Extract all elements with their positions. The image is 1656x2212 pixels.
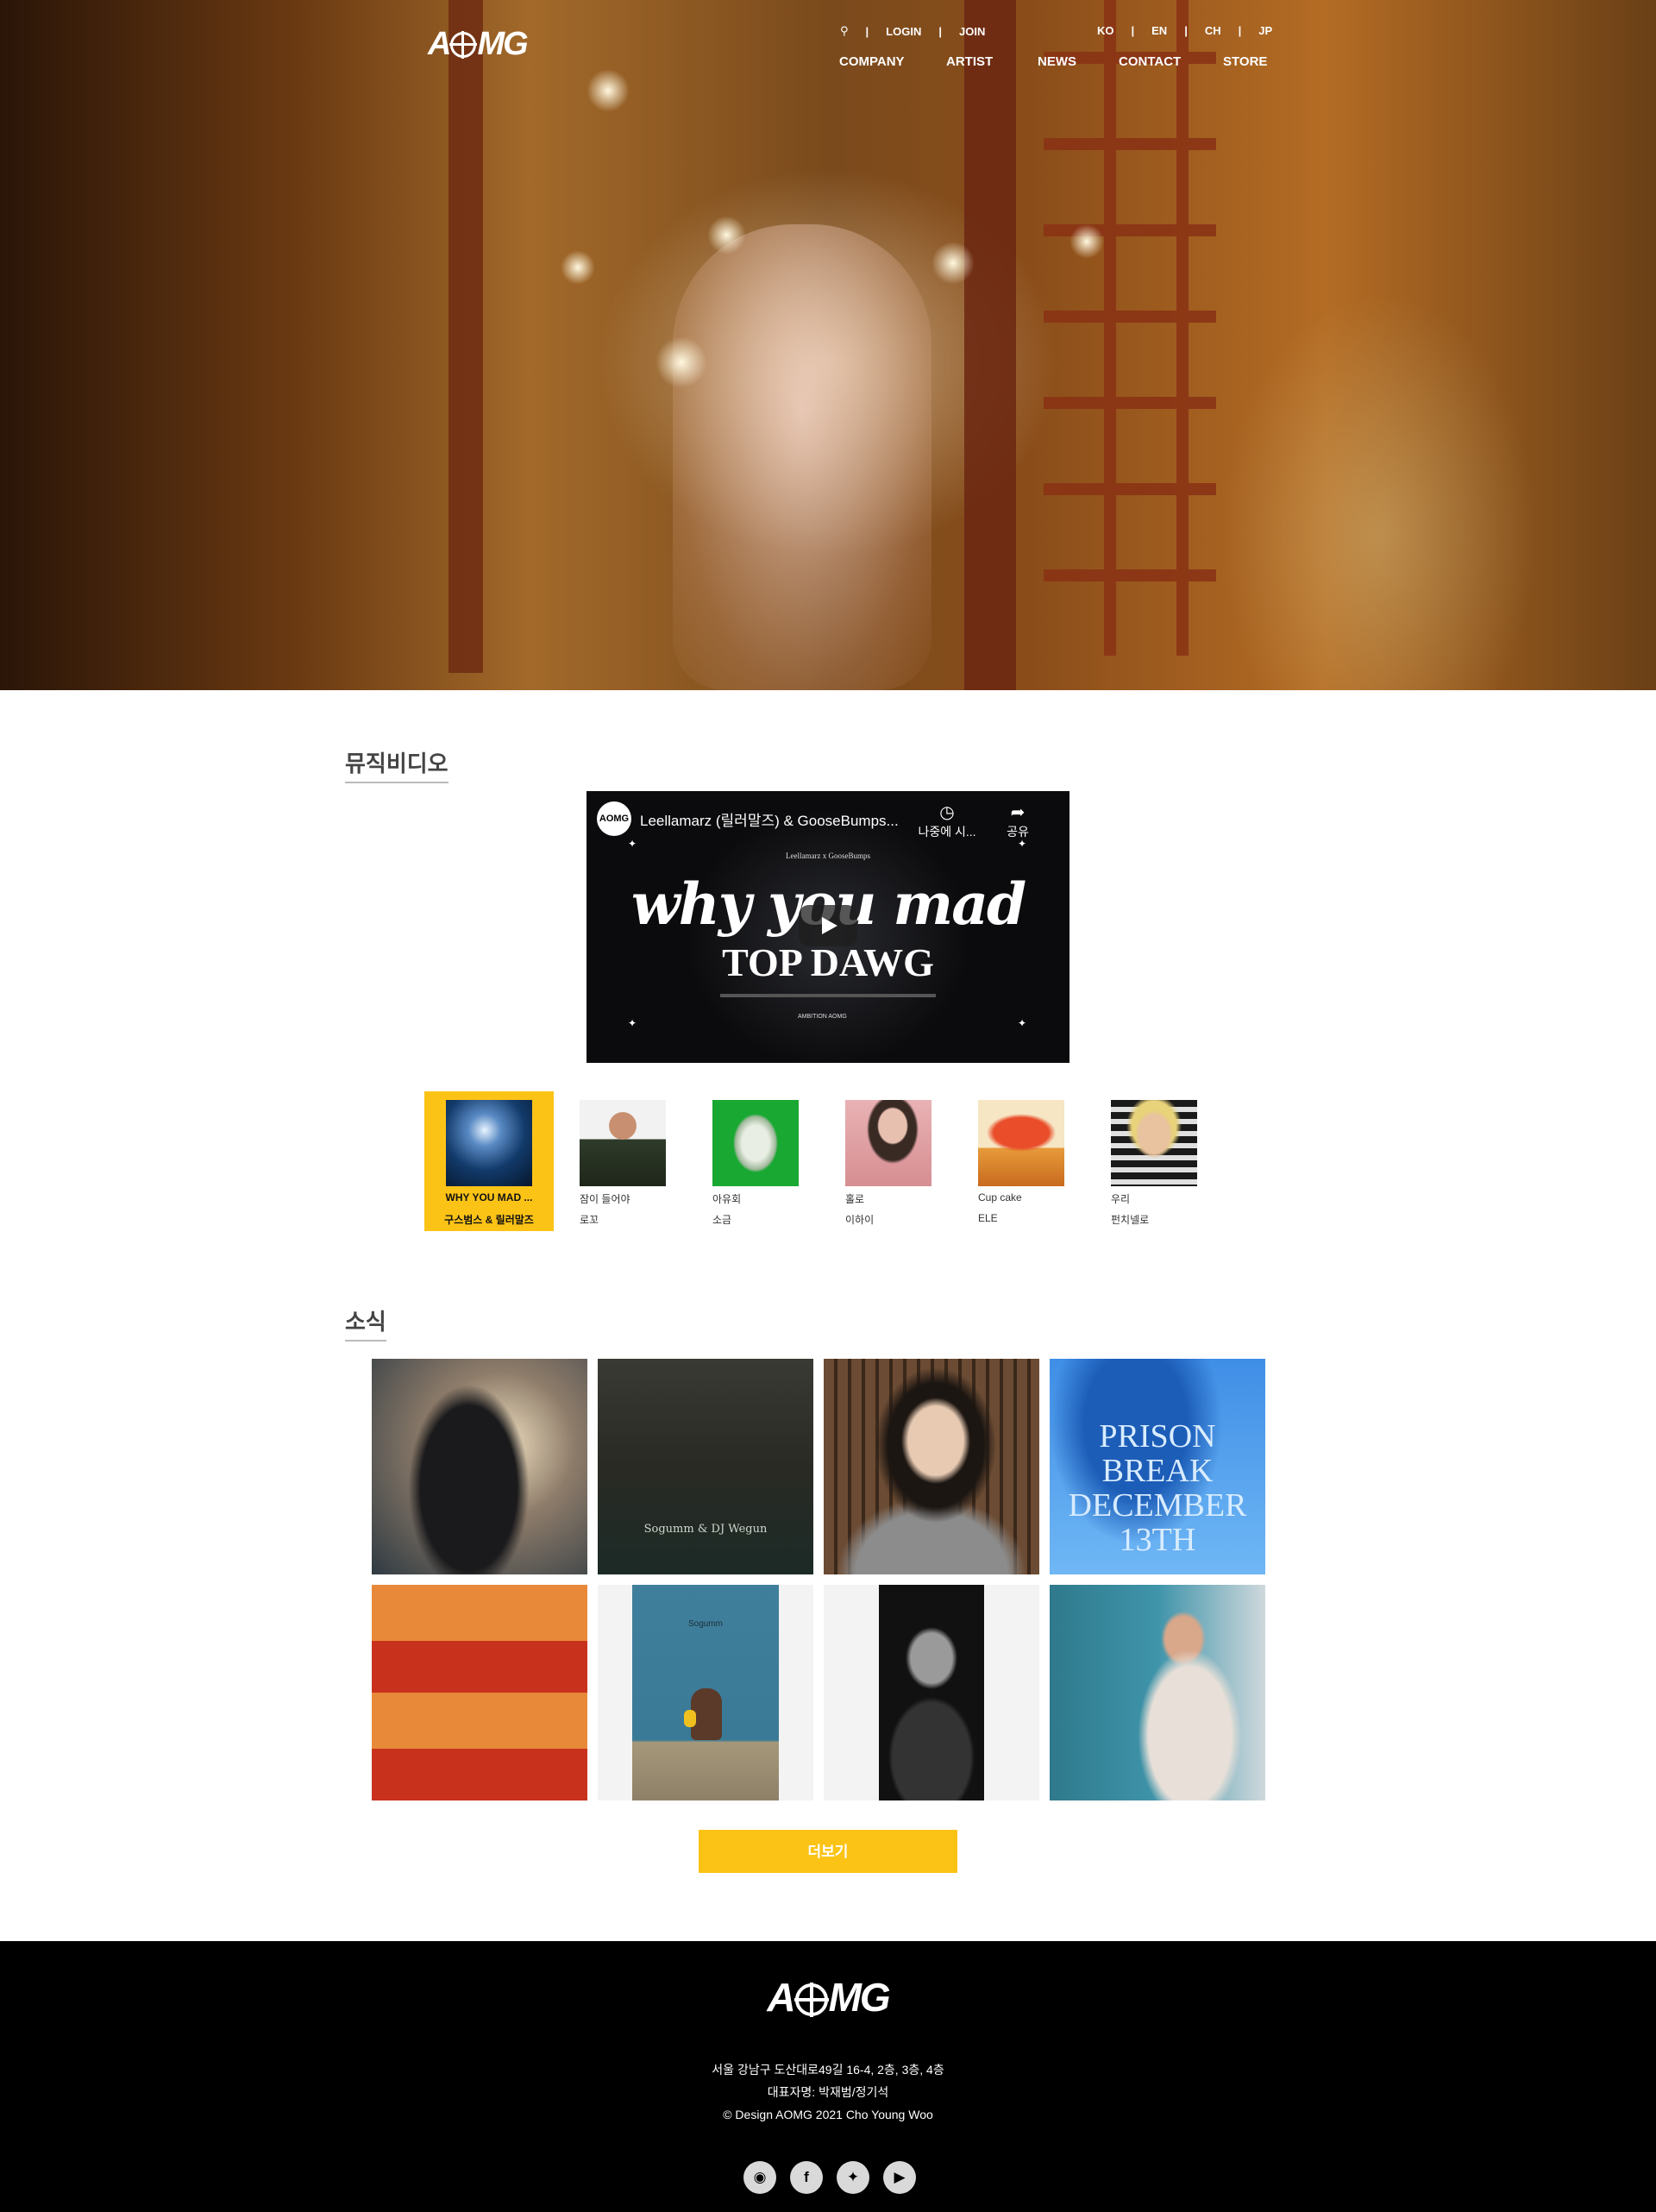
mv-item[interactable]: Cup cake ELE	[957, 1091, 1086, 1231]
mv-title: WHY YOU MAD ...	[445, 1191, 533, 1203]
mv-title: 아유회	[712, 1193, 742, 1205]
lang-ch[interactable]: CH	[1205, 24, 1221, 37]
footer-ceo: 대표자명: 박재범/정기석	[767, 2085, 889, 2099]
more-button[interactable]: 더보기	[699, 1830, 957, 1873]
nav-news[interactable]: NEWS	[1038, 54, 1119, 69]
news-tile[interactable]	[824, 1359, 1039, 1574]
hero-lantern-frame	[964, 0, 1016, 690]
mv-item[interactable]: 잠이 들어야 로꼬	[558, 1091, 687, 1231]
hero-snowman	[673, 224, 932, 690]
mv-title: 잠이 들어야	[580, 1193, 630, 1205]
mv-artist: 이하이	[845, 1214, 875, 1226]
news-tile[interactable]	[372, 1359, 587, 1574]
main-nav: COMPANY ARTIST NEWS CONTACT STORE	[839, 54, 1267, 69]
news-tile[interactable]	[1050, 1585, 1265, 1800]
hero-window-frame	[1044, 0, 1216, 656]
language-selector: KO | EN | CH | JP	[1097, 24, 1273, 37]
nav-company[interactable]: COMPANY	[839, 54, 946, 69]
nav-contact[interactable]: CONTACT	[1119, 54, 1223, 69]
video-footer-label: AMBITION AOMG	[798, 1014, 847, 1020]
mv-title: 홀로	[845, 1193, 865, 1205]
news-tile[interactable]: Sogumm & DJ Wegun	[598, 1359, 813, 1574]
mv-item[interactable]: 우리 펀치넬로	[1089, 1091, 1219, 1231]
hero-sparkle	[1070, 224, 1104, 259]
play-button[interactable]	[799, 905, 857, 946]
video-title[interactable]: Leellamarz (릴러말즈) & GooseBumps...	[640, 808, 916, 830]
hero-sparkle	[932, 242, 975, 285]
hero-banner: A MG ⚲ | LOGIN | JOIN KO | EN | CH | JP C…	[0, 0, 1656, 690]
login-link[interactable]: LOGIN	[886, 25, 921, 38]
video-player[interactable]: AOMG Leellamarz (릴러말즈) & GooseBumps... ◷…	[586, 791, 1070, 1063]
footer: A MG 서울 강남구 도산대로49길 16-4, 2층, 3층, 4층 대표자명…	[0, 1941, 1656, 2212]
site-logo[interactable]: A MG	[428, 26, 529, 63]
news-tile-caption: PRISON BREAK DECEMBER 13TH	[1068, 1418, 1247, 1558]
sparkle-icon: ✦	[628, 1017, 637, 1029]
twitter-icon[interactable]: ✦	[837, 2161, 869, 2194]
nav-artist[interactable]: ARTIST	[946, 54, 1038, 69]
footer-logo[interactable]: A MG	[0, 1974, 1656, 2020]
mv-artist: 로꼬	[580, 1214, 599, 1226]
news-tile[interactable]: PRISON BREAK DECEMBER 13TH	[1050, 1359, 1265, 1574]
mv-thumbnail	[580, 1100, 666, 1186]
mv-artist: 펀치넬로	[1111, 1214, 1150, 1226]
youtube-icon[interactable]: ▶	[883, 2161, 916, 2194]
mv-title: Cup cake	[978, 1191, 1022, 1203]
nav-store[interactable]: STORE	[1223, 54, 1267, 69]
mv-thumbnail	[446, 1100, 532, 1186]
mv-title: 우리	[1111, 1193, 1131, 1205]
mv-artist: 구스범스 & 릴러말즈	[444, 1214, 534, 1226]
mv-thumbnail	[712, 1100, 799, 1186]
footer-copyright: © Design AOMG 2021 Cho Young Woo	[723, 2108, 933, 2121]
news-tile[interactable]: Sogumm	[598, 1585, 813, 1800]
music-video-list: WHY YOU MAD ... 구스범스 & 릴러말즈 잠이 들어야 로꼬 아유…	[424, 1091, 1287, 1231]
mv-item[interactable]: 홀로 이하이	[824, 1091, 953, 1231]
mv-artist: 소금	[712, 1214, 732, 1226]
instagram-icon[interactable]: ◉	[743, 2161, 776, 2194]
footer-address: 서울 강남구 도산대로49길 16-4, 2층, 3층, 4층	[712, 2063, 944, 2077]
hero-sparkle	[561, 250, 595, 285]
utility-menu: ⚲ | LOGIN | JOIN	[840, 24, 986, 38]
mv-thumbnail	[978, 1100, 1064, 1186]
hero-lantern-frame	[448, 0, 483, 673]
hero-sparkle	[656, 336, 707, 388]
lang-ko[interactable]: KO	[1097, 24, 1114, 37]
video-subtitle: Leellamarz x GooseBumps	[786, 851, 870, 860]
mv-item[interactable]: WHY YOU MAD ... 구스범스 & 릴러말즈	[424, 1091, 554, 1231]
facebook-icon[interactable]: f	[790, 2161, 823, 2194]
sparkle-icon: ✦	[1018, 1017, 1027, 1029]
watch-later-button[interactable]: ◷ 나중에 시...	[913, 801, 982, 840]
join-link[interactable]: JOIN	[959, 25, 985, 38]
mv-thumbnail	[845, 1100, 932, 1186]
mv-artist: ELE	[978, 1212, 998, 1224]
video-credits-line	[720, 994, 936, 997]
news-tile-caption: Sogumm	[687, 1619, 723, 1629]
clock-icon: ◷	[939, 803, 955, 822]
share-button[interactable]: ➦ 공유	[996, 801, 1039, 840]
globe-icon	[449, 31, 478, 59]
mv-item[interactable]: 아유회 소금	[691, 1091, 820, 1231]
hero-sparkle	[707, 216, 746, 255]
sparkle-icon: ✦	[628, 838, 637, 850]
section-title-music-video: 뮤직비디오	[345, 746, 448, 783]
sparkle-icon: ✦	[1018, 838, 1027, 850]
footer-info: 서울 강남구 도산대로49길 16-4, 2층, 3층, 4층 대표자명: 박재…	[0, 2058, 1656, 2126]
mv-thumbnail	[1111, 1100, 1197, 1186]
top-navigation: A MG ⚲ | LOGIN | JOIN KO | EN | CH | JP C…	[0, 0, 1656, 86]
lang-en[interactable]: EN	[1151, 24, 1167, 37]
search-icon[interactable]: ⚲	[840, 24, 849, 38]
globe-icon	[794, 1983, 829, 2017]
news-tile[interactable]	[824, 1585, 1039, 1800]
social-links: ◉ f ✦ ▶	[743, 2161, 916, 2194]
channel-avatar[interactable]: AOMG	[597, 801, 631, 836]
news-tile[interactable]	[372, 1585, 587, 1800]
news-tile-caption: Sogumm & DJ Wegun	[643, 1523, 768, 1536]
lang-jp[interactable]: JP	[1258, 24, 1272, 37]
section-title-news: 소식	[345, 1304, 386, 1342]
share-icon: ➦	[1010, 803, 1026, 822]
